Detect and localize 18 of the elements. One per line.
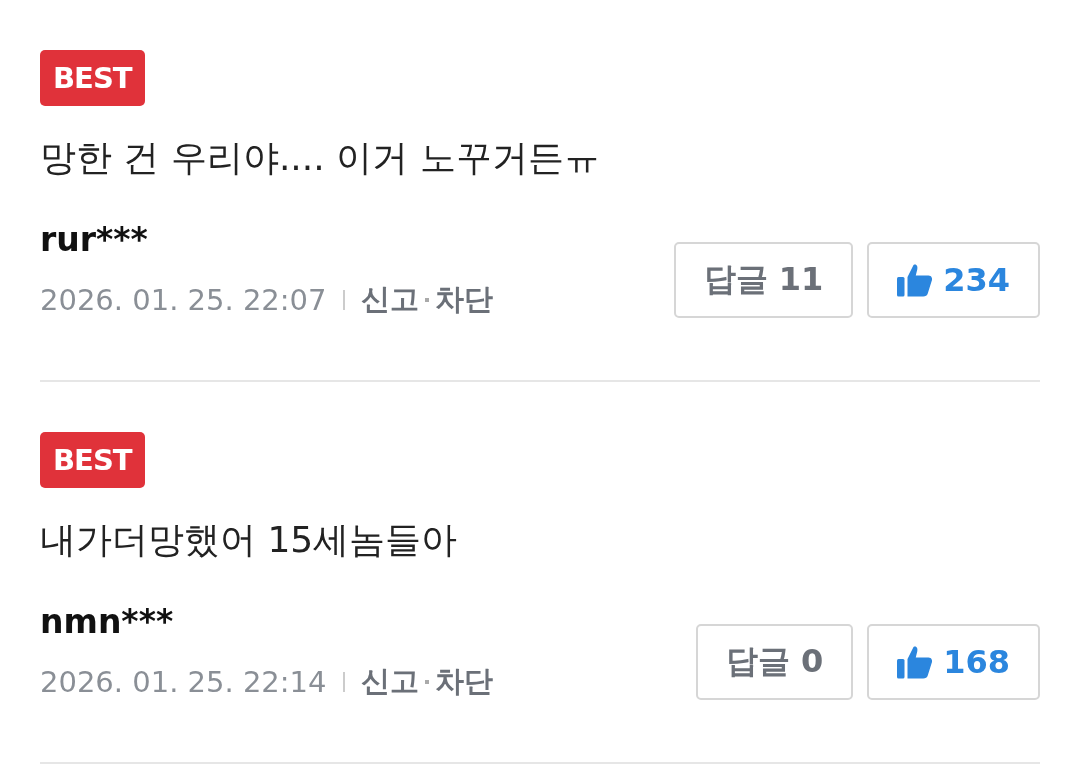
comment-date: 2026. 01. 25. 22:07 (40, 283, 327, 317)
report-link[interactable]: 신고 (360, 662, 419, 702)
block-link[interactable]: 차단 (434, 662, 493, 702)
like-button[interactable]: 168 (867, 624, 1040, 700)
thumbs-up-icon (897, 645, 934, 679)
reply-button[interactable]: 답글 11 (673, 242, 854, 318)
username: nmn*** (40, 602, 175, 642)
thumbs-up-icon (897, 263, 934, 297)
report-link[interactable]: 신고 (360, 280, 419, 320)
best-badge: BEST (40, 50, 145, 106)
comment-text: 내가더망했어 15세놈들아 (40, 518, 459, 562)
block-link[interactable]: 차단 (434, 280, 493, 320)
username: rur*** (40, 220, 149, 260)
reply-button[interactable]: 답글 0 (695, 624, 854, 700)
comment-date: 2026. 01. 25. 22:14 (40, 665, 327, 699)
like-button[interactable]: 234 (867, 242, 1040, 318)
best-badge: BEST (40, 432, 145, 488)
comment-text: 망한 건 우리야.... 이거 노꾸거든ㅠ (40, 136, 601, 180)
